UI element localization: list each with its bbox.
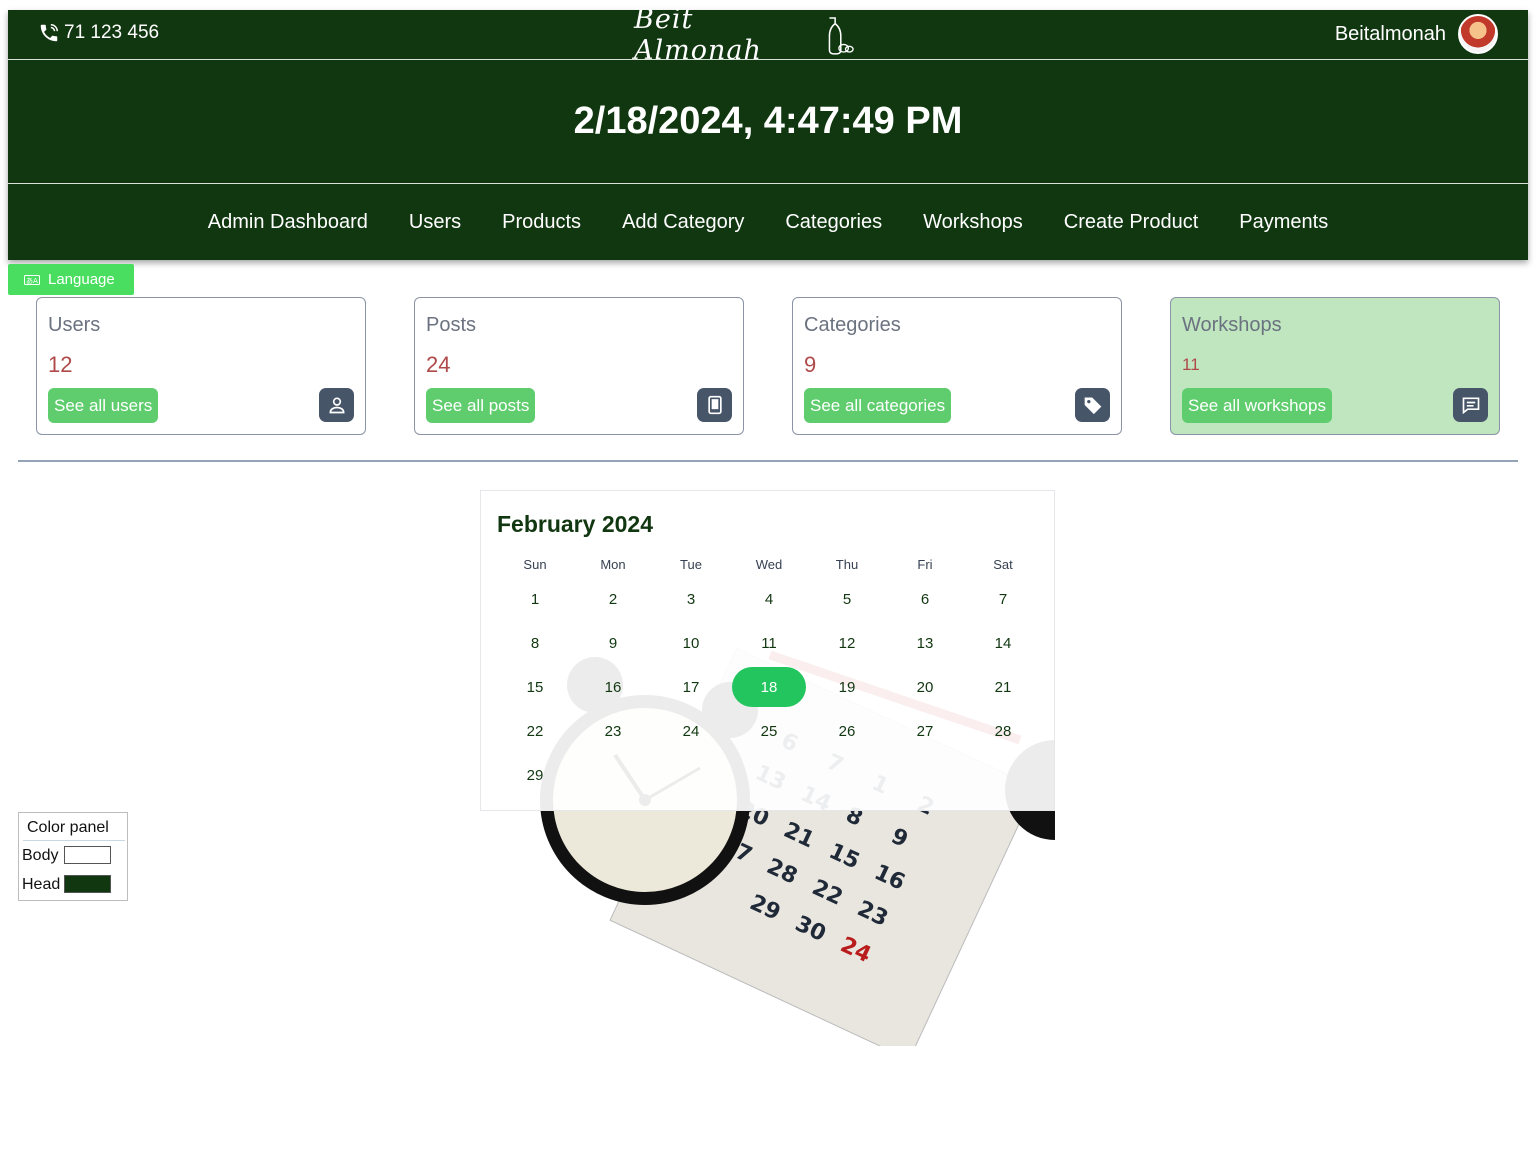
calendar-day[interactable]: 29 (496, 753, 574, 797)
nav-products[interactable]: Products (502, 211, 581, 234)
card-title: Workshops (1182, 314, 1282, 336)
calendar-day[interactable]: 19 (808, 665, 886, 709)
card-title: Posts (426, 314, 477, 336)
calendar-day[interactable]: 20 (886, 665, 964, 709)
calendar-day[interactable]: 8 (496, 621, 574, 665)
calendar-days: 1 2 3 4 5 6 7 8 9 10 11 12 13 14 15 16 17 18 19 20 21 22 23 24 2… (496, 577, 1042, 797)
main-nav: Admin Dashboard Users Products Add Categ… (8, 184, 1528, 260)
posts-card: Posts 24 See all posts (414, 297, 744, 435)
card-count: 24 (426, 352, 451, 377)
calendar-day[interactable]: 12 (808, 621, 886, 665)
calendar-day[interactable]: 15 (496, 665, 574, 709)
calendar-widget: February 2024 Sun Mon Tue Wed Thu Fri Sa… (480, 490, 1055, 811)
oil-bottle-icon (828, 17, 854, 55)
color-panel-divider (23, 840, 125, 841)
categories-card: Categories 9 See all categories (792, 297, 1122, 435)
top-bar: 71 123 456 Beit Almonah Beitalmonah (8, 4, 1528, 66)
see-all-categories-button[interactable]: See all categories (804, 388, 952, 423)
calendar-day[interactable]: 5 (808, 577, 886, 621)
calendar-day[interactable]: 25 (730, 709, 808, 753)
calendar-weekdays: Sun Mon Tue Wed Thu Fri Sat (496, 557, 1042, 572)
nav-payments[interactable]: Payments (1239, 211, 1328, 234)
calendar-day[interactable]: 26 (808, 709, 886, 753)
calendar-day[interactable]: 17 (652, 665, 730, 709)
calendar-day[interactable]: 28 (964, 709, 1042, 753)
calendar-day[interactable]: 10 (652, 621, 730, 665)
users-card: Users 12 See all users (36, 297, 366, 435)
user-menu[interactable]: Beitalmonah (1335, 14, 1498, 54)
calendar-day[interactable]: 21 (964, 665, 1042, 709)
weekday-label: Mon (600, 557, 626, 572)
calendar-day[interactable]: 9 (574, 621, 652, 665)
card-title: Categories (804, 314, 901, 336)
color-panel: Color panel Body Head (18, 812, 128, 901)
weekday-label: Sun (523, 557, 547, 572)
section-divider (18, 460, 1518, 462)
calendar-day[interactable]: 3 (652, 577, 730, 621)
language-icon: あA (24, 274, 40, 285)
calendar-month-title: February 2024 (497, 511, 653, 537)
calendar-day[interactable]: 13 (886, 621, 964, 665)
card-count: 12 (48, 352, 73, 377)
tablet-icon[interactable] (697, 388, 732, 422)
phone-number: 71 123 456 (64, 22, 160, 43)
nav-create-product[interactable]: Create Product (1064, 211, 1199, 234)
card-count: 11 (1182, 355, 1200, 374)
svg-text:あA: あA (26, 277, 38, 285)
calendar-day[interactable]: 24 (652, 709, 730, 753)
calendar-day[interactable]: 18 (730, 665, 808, 709)
see-all-users-button[interactable]: See all users (48, 388, 159, 423)
weekday-label: Fri (917, 557, 933, 572)
calendar-day[interactable]: 11 (730, 621, 808, 665)
calendar-day[interactable]: 23 (574, 709, 652, 753)
phone-icon (40, 24, 58, 42)
body-color-label: Body (22, 847, 59, 864)
tag-icon[interactable] (1075, 388, 1110, 422)
username: Beitalmonah (1334, 22, 1446, 45)
card-title: Users (48, 314, 101, 336)
nav-add-category[interactable]: Add Category (622, 211, 744, 234)
calendar-day[interactable]: 1 (496, 577, 574, 621)
card-count: 9 (804, 352, 817, 377)
nav-users[interactable]: Users (409, 211, 461, 234)
calendar-day[interactable]: 14 (964, 621, 1042, 665)
calendar-day[interactable]: 2 (574, 577, 652, 621)
current-datetime: 2/18/2024, 4:47:49 PM (8, 60, 1528, 184)
weekday-label: Thu (835, 557, 859, 572)
workshops-card: Workshops 11 See all workshops (1170, 297, 1500, 435)
calendar-day[interactable]: 22 (496, 709, 574, 753)
calendar-day[interactable]: 4 (730, 577, 808, 621)
weekday-label: Tue (680, 557, 702, 572)
nav-admin-dashboard[interactable]: Admin Dashboard (208, 211, 368, 234)
avatar[interactable] (1458, 14, 1498, 54)
calendar-day[interactable]: 16 (574, 665, 652, 709)
weekday-label: Sat (993, 557, 1013, 572)
site-logo[interactable]: Beit Almonah (634, 4, 854, 66)
user-icon[interactable] (319, 388, 354, 422)
calendar-day[interactable]: 27 (886, 709, 964, 753)
see-all-workshops-button[interactable]: See all workshops (1182, 388, 1332, 423)
message-icon[interactable] (1453, 388, 1488, 422)
head-color-label: Head (22, 876, 61, 893)
nav-categories[interactable]: Categories (785, 211, 882, 234)
color-panel-title: Color panel (27, 819, 109, 836)
phone-contact[interactable]: 71 123 456 (38, 22, 159, 44)
calendar-day[interactable]: 7 (964, 577, 1042, 621)
selected-day[interactable]: 18 (732, 667, 806, 707)
logo-text: Beit Almonah (634, 4, 762, 66)
language-button[interactable]: あA Language (8, 264, 134, 295)
calendar-day[interactable]: 6 (886, 577, 964, 621)
body-color-picker[interactable] (64, 846, 111, 864)
see-all-posts-button[interactable]: See all posts (426, 388, 536, 423)
language-label: Language (48, 271, 115, 288)
site-header: 71 123 456 Beit Almonah Beitalmonah 2/18… (8, 4, 1528, 260)
weekday-label: Wed (755, 557, 783, 572)
head-color-picker[interactable] (64, 875, 111, 893)
nav-workshops[interactable]: Workshops (923, 211, 1023, 234)
